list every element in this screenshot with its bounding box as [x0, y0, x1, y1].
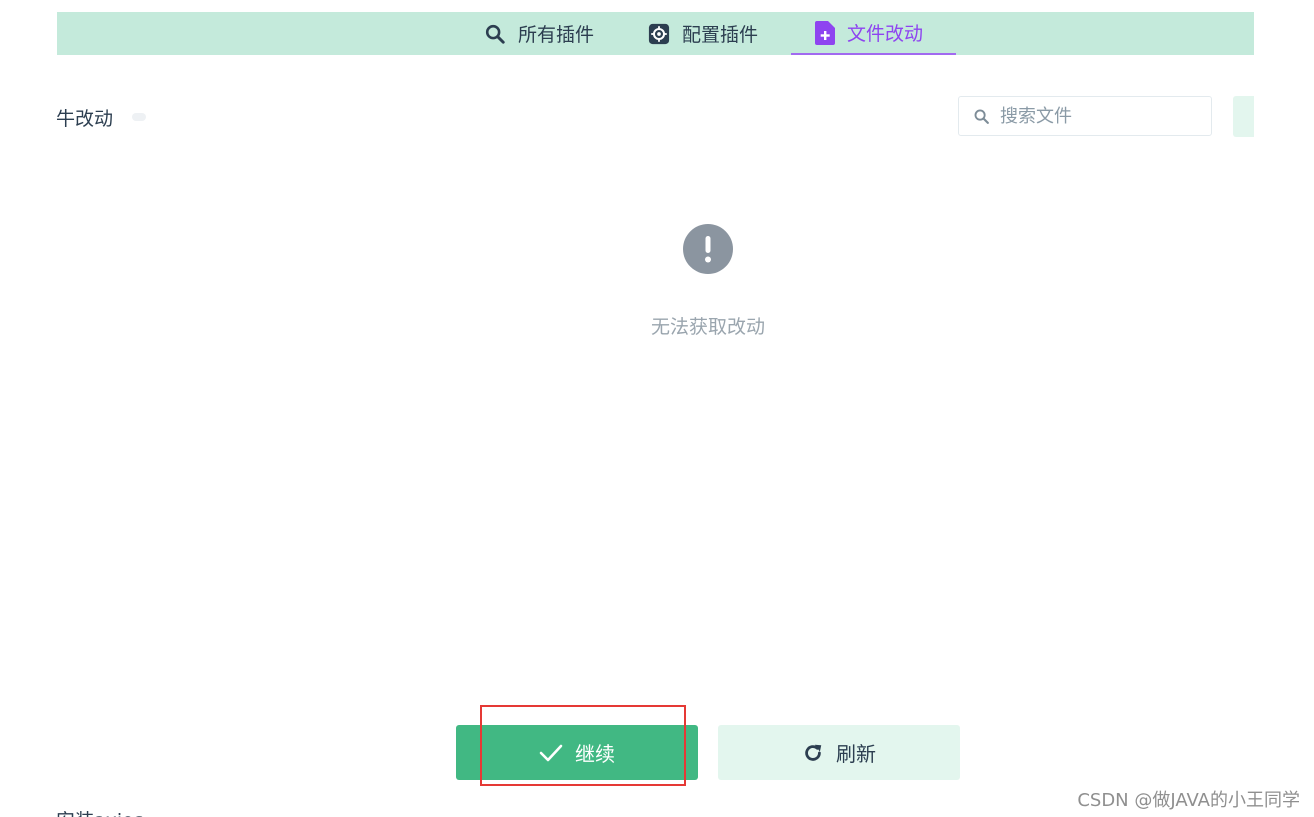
check-icon [539, 743, 563, 763]
section-title: 牛改动 [56, 108, 114, 130]
tab-config-plugins[interactable]: 配置插件 [648, 12, 758, 55]
file-search-box[interactable] [958, 96, 1212, 136]
refresh-button[interactable]: 刷新 [718, 725, 960, 780]
page: 所有插件 配置插件 文件改动 牛改动 搜索文件 无法获取改动 继续 刷新 CSD… [0, 0, 1314, 817]
file-plus-icon [815, 20, 835, 45]
continue-button-label: 继续 [575, 742, 615, 766]
tab-file-changes[interactable]: 文件改动 [791, 12, 956, 55]
exclamation-circle-icon [683, 224, 733, 274]
change-count-badge [132, 113, 146, 121]
tab-config-plugins-label: 配置插件 [682, 24, 759, 46]
tab-all-plugins-label: 所有插件 [518, 24, 595, 46]
continue-button[interactable]: 继续 [456, 725, 698, 780]
tab-file-changes-label: 文件改动 [847, 23, 924, 45]
refresh-button-label: 刷新 [836, 742, 876, 766]
search-icon [973, 108, 990, 125]
empty-state-message: 无法获取改动 [650, 316, 765, 338]
tab-all-plugins[interactable]: 所有插件 [484, 12, 594, 55]
search-icon [484, 23, 506, 45]
tab-bar: 所有插件 配置插件 文件改动 [57, 12, 1254, 55]
toolbar-button-partial[interactable] [1233, 96, 1254, 137]
file-search-input[interactable] [1000, 105, 1200, 127]
gear-icon [648, 23, 670, 45]
next-section-title: 安装axios [56, 806, 144, 817]
refresh-icon [802, 742, 824, 764]
watermark: CSDN @做JAVA的小王同学 [1077, 790, 1300, 811]
